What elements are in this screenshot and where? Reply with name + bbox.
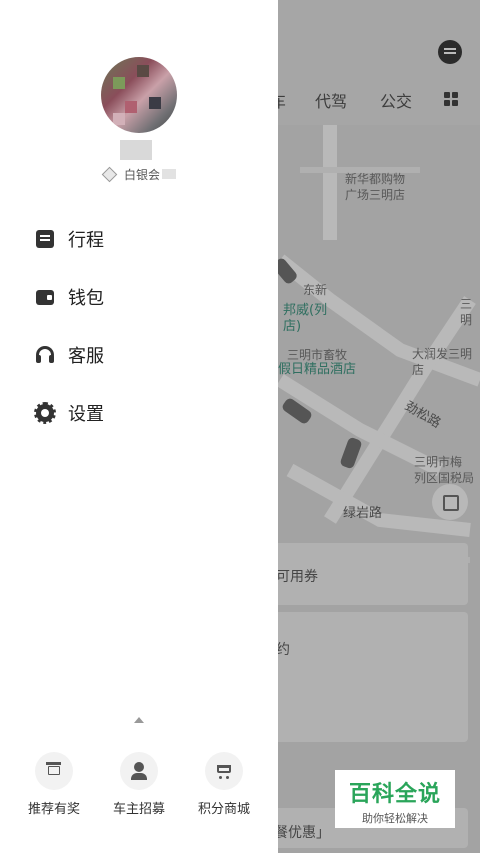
poi-bangwei: 邦威(列 店) — [283, 303, 328, 334]
menu-item-customer-service[interactable]: 客服 — [0, 326, 278, 384]
poi-jiajiu: 假日精品酒店 — [278, 362, 357, 377]
road-lvyan: 绿岩路 — [343, 506, 383, 521]
chevron-up-icon[interactable] — [134, 717, 144, 723]
headset-icon — [36, 346, 54, 364]
user-name-blurred — [120, 140, 152, 160]
gift-icon — [46, 762, 61, 775]
member-badge[interactable]: 白银会 — [101, 165, 177, 183]
locate-icon[interactable] — [432, 484, 468, 520]
menu-item-settings[interactable]: 设置 — [0, 384, 278, 442]
poi-dongxin: 东新 — [303, 283, 328, 297]
tab-bus[interactable]: 公交 — [380, 88, 412, 112]
poi-sanming: 三明 — [460, 297, 473, 327]
grid-icon[interactable] — [444, 92, 459, 107]
coupon-card[interactable]: 可用券 — [270, 543, 468, 605]
message-icon[interactable] — [438, 40, 462, 64]
menu-item-wallet[interactable]: 钱包 — [0, 268, 278, 326]
poi-xumu: 三明市畜牧 — [287, 348, 348, 362]
poi-xinhuadu: 新华都购物 广场三明店 — [345, 172, 406, 202]
bottom-label: 车主招募 — [112, 802, 165, 817]
trip-icon — [36, 230, 54, 248]
menu-item-trips[interactable]: 行程 — [0, 210, 278, 268]
referral-reward-button[interactable]: 推荐有奖 — [14, 752, 94, 817]
watermark-subtitle: 助你轻松解决 — [362, 812, 428, 825]
poi-tax-bureau: 三明市梅 列区国税局 — [414, 455, 475, 485]
bottom-icon-circle — [205, 752, 243, 790]
avatar[interactable] — [101, 57, 177, 133]
bottom-icon-circle — [120, 752, 158, 790]
poi-dadun: 大润发三明店 — [412, 347, 473, 377]
points-mall-button[interactable]: 积分商城 — [184, 752, 264, 817]
wallet-icon — [36, 289, 54, 305]
tab-designated-driver[interactable]: 代驾 — [315, 88, 347, 112]
cart-icon — [217, 765, 231, 779]
bottom-label: 推荐有奖 — [27, 802, 80, 817]
member-level-blurred — [162, 169, 177, 179]
diamond-icon — [101, 166, 118, 182]
promo-card-label: 餐优惠」 — [274, 825, 330, 841]
menu-item-label: 设置 — [68, 404, 104, 425]
driver-recruit-button[interactable]: 车主招募 — [99, 752, 179, 817]
bottom-label: 积分商城 — [197, 802, 250, 817]
member-level: 白银会 — [124, 167, 161, 182]
menu-item-label: 行程 — [68, 230, 104, 251]
watermark: 百科全说 助你轻松解决 — [335, 770, 455, 828]
menu-item-label: 钱包 — [68, 288, 104, 309]
watermark-title: 百科全说 — [348, 782, 441, 807]
booking-card[interactable]: 约 — [270, 612, 468, 742]
side-drawer: 白银会 行程 钱包 客服 设置 推荐有奖 车主招募 积分商城 — [0, 0, 278, 853]
booking-card-label: 约 — [276, 642, 290, 658]
menu-item-label: 客服 — [68, 346, 104, 367]
coupon-card-label: 可用券 — [276, 569, 318, 585]
settings-icon — [34, 402, 56, 424]
bottom-icon-circle — [35, 752, 73, 790]
driver-icon — [131, 762, 147, 780]
